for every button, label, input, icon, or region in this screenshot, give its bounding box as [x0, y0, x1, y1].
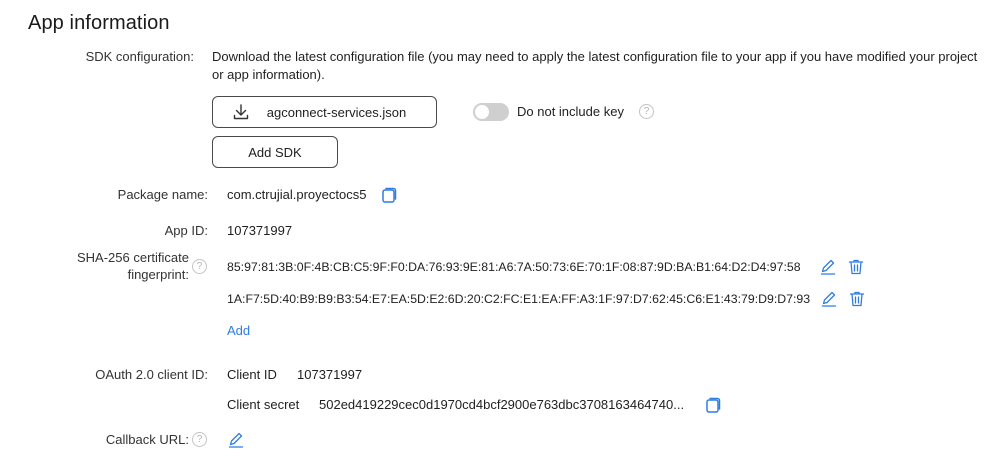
- delete-icon[interactable]: [847, 258, 865, 276]
- edit-icon[interactable]: [820, 290, 838, 308]
- sdk-configuration-label: SDK configuration:: [85, 49, 194, 64]
- package-name-label: Package name:: [117, 187, 208, 202]
- copy-icon[interactable]: [380, 186, 398, 204]
- add-fingerprint-link[interactable]: Add: [227, 323, 250, 338]
- download-config-button[interactable]: agconnect-services.json: [212, 96, 437, 128]
- sha-label-line1: SHA-256 certificate: [77, 250, 189, 265]
- callback-url-label: Callback URL:: [105, 432, 189, 447]
- package-name-value: com.ctrujial.proyectocs5: [227, 187, 367, 202]
- fingerprint-value: 1A:F7:5D:40:B9:B9:B3:54:E7:EA:5D:E2:6D:2…: [227, 292, 811, 306]
- client-secret-value: 502ed419229cec0d1970cd4bcf2900e763dbc370…: [319, 397, 685, 412]
- download-button-label: agconnect-services.json: [266, 104, 407, 120]
- include-key-toggle[interactable]: [473, 103, 509, 121]
- app-id-label: App ID:: [164, 223, 208, 238]
- client-id-value: 107371997: [297, 367, 363, 382]
- edit-icon[interactable]: [227, 431, 245, 449]
- add-sdk-button[interactable]: Add SDK: [212, 136, 338, 168]
- edit-icon[interactable]: [819, 258, 837, 276]
- fingerprint-value: 85:97:81:3B:0F:4B:CB:C5:9F:F0:DA:76:93:9…: [227, 260, 801, 274]
- app-id-value: 107371997: [227, 223, 293, 238]
- help-icon[interactable]: ?: [639, 104, 654, 119]
- copy-icon[interactable]: [704, 396, 722, 414]
- section-title: App information: [28, 12, 170, 34]
- oauth-label: OAuth 2.0 client ID:: [95, 367, 208, 382]
- delete-icon[interactable]: [848, 290, 866, 308]
- toggle-label: Do not include key: [517, 104, 624, 119]
- download-icon: [231, 102, 251, 122]
- client-secret-label: Client secret: [227, 397, 300, 412]
- client-id-label: Client ID: [227, 367, 277, 382]
- sha-label-line2: fingerprint:: [127, 267, 189, 282]
- toggle-knob: [475, 105, 489, 119]
- help-icon[interactable]: ?: [192, 259, 207, 274]
- sdk-description: Download the latest configuration file (…: [212, 49, 978, 82]
- help-icon[interactable]: ?: [192, 432, 207, 447]
